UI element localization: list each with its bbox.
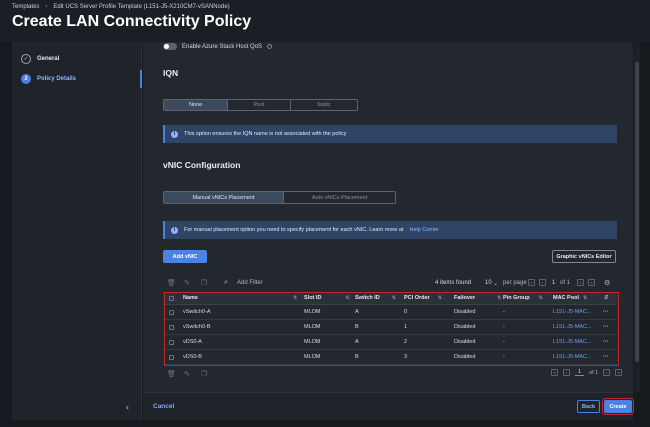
table-toolbar: 🗑 ✎ ❐ ⌕ Add Filter 4 items found 10 ⌄ pe… <box>163 278 617 290</box>
manual-placement-option[interactable]: Manual vNICs Placement <box>164 192 284 203</box>
azure-qos-label: Enable Azure Stack Host QoS <box>182 43 263 50</box>
back-button[interactable]: Back <box>577 400 600 413</box>
azure-qos-toggle[interactable] <box>163 43 177 50</box>
help-center-link[interactable]: Help Center <box>410 227 439 233</box>
vnic-placement-selector: Manual vNICs Placement Auto vNICs Placem… <box>163 191 396 204</box>
step-number: 2 <box>21 74 31 84</box>
iqn-option-pool[interactable]: Pool <box>228 100 291 110</box>
delete-icon[interactable]: 🗑 <box>167 370 176 378</box>
clone-icon[interactable]: ❐ <box>201 370 207 378</box>
last-page-icon[interactable]: » <box>588 279 595 286</box>
settings-gear-icon[interactable]: ⚙ <box>604 279 610 287</box>
step-general[interactable]: ✓ General <box>21 54 59 64</box>
last-page-icon[interactable]: » <box>615 369 623 376</box>
info-icon: i <box>171 226 178 234</box>
iqn-title: IQN <box>163 68 179 78</box>
auto-placement-option[interactable]: Auto vNICs Placement <box>284 192 395 203</box>
iqn-option-static[interactable]: Static <box>291 100 357 110</box>
breadcrumb-templates[interactable]: Templates <box>12 4 39 10</box>
vnic-title: vNIC Configuration <box>163 160 241 170</box>
iqn-option-none[interactable]: None <box>164 100 229 110</box>
wizard-footer: Cancel Back Create <box>143 392 634 420</box>
iqn-selector: None Pool Static <box>163 99 358 111</box>
clone-icon[interactable]: ❐ <box>201 279 207 287</box>
search-icon: ⌕ <box>224 279 228 286</box>
step-label: Policy Details <box>37 76 77 82</box>
page-of: of 1 <box>560 280 571 286</box>
add-filter-input[interactable]: Add Filter <box>237 280 263 286</box>
bottom-pager: « ‹ 1 of 1 › » <box>551 369 623 376</box>
add-vnic-button[interactable]: Add vNIC <box>163 250 207 263</box>
next-page-icon[interactable]: › <box>577 279 584 286</box>
next-page-icon[interactable]: › <box>603 369 611 376</box>
chevron-down-icon: ⌄ <box>493 281 499 287</box>
vnic-alert-text: For manual placement option you need to … <box>184 227 404 233</box>
graphic-vnics-editor-button[interactable]: Graphic vNICs Editor <box>552 250 616 263</box>
edit-icon[interactable]: ✎ <box>184 279 190 287</box>
info-icon[interactable] <box>267 44 273 49</box>
prev-page-icon[interactable]: ‹ <box>539 279 546 286</box>
first-page-icon[interactable]: « <box>551 369 558 376</box>
create-button[interactable]: Create <box>602 398 634 415</box>
wizard-sidebar: ✓ General 2 Policy Details ‹ <box>12 42 142 420</box>
breadcrumb: Templates › Edit UCS Server Profile Temp… <box>12 4 230 10</box>
step-label: General <box>37 56 60 62</box>
iqn-alert-text: This option ensures the IQN name is not … <box>184 131 347 137</box>
page-title: Create LAN Connectivity Policy <box>12 13 252 30</box>
edit-icon[interactable]: ✎ <box>184 370 190 378</box>
items-found: 4 items found <box>435 280 472 286</box>
chevron-right-icon: › <box>45 4 48 10</box>
bottom-page-of: of 1 <box>589 369 599 376</box>
prev-page-icon[interactable]: ‹ <box>563 369 570 376</box>
vnic-info-alert: i For manual placement option you need t… <box>163 221 617 239</box>
first-page-icon[interactable]: « <box>528 279 535 286</box>
step-policy-details[interactable]: 2 Policy Details <box>21 74 76 84</box>
active-step-indicator <box>140 70 142 88</box>
breadcrumb-edit-template[interactable]: Edit UCS Server Profile Template (L151-J… <box>53 4 229 10</box>
azure-qos-row: Enable Azure Stack Host QoS <box>163 43 273 50</box>
scrollbar-thumb[interactable] <box>635 62 639 362</box>
check-icon: ✓ <box>21 54 31 64</box>
chevron-left-icon[interactable]: ‹ <box>126 402 129 412</box>
per-page-select[interactable]: 10 <box>485 280 492 286</box>
page-input[interactable]: 1 <box>552 280 555 286</box>
per-page-label: per page <box>503 280 527 286</box>
iqn-info-alert: i This option ensures the IQN name is no… <box>163 125 617 143</box>
cancel-button[interactable]: Cancel <box>153 403 174 410</box>
delete-icon[interactable]: 🗑 <box>167 279 176 287</box>
bottom-page-input[interactable]: 1 <box>575 369 585 376</box>
header: Templates › Edit UCS Server Profile Temp… <box>0 0 650 42</box>
vnic-table-highlight <box>164 292 619 366</box>
info-icon: i <box>171 130 178 138</box>
main-scrollbar[interactable] <box>634 42 640 392</box>
